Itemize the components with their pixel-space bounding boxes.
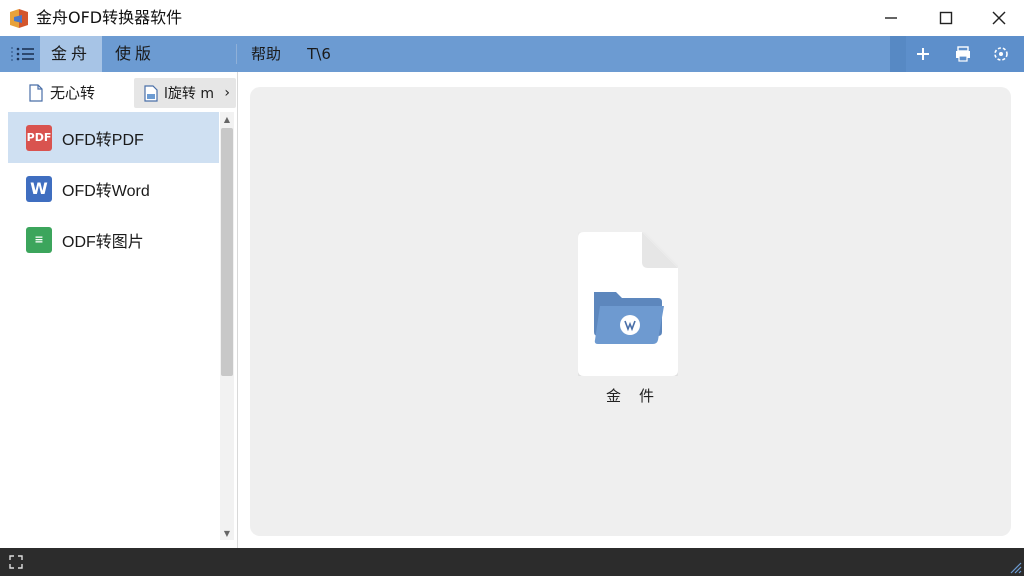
settings-button[interactable] (988, 42, 1014, 66)
menu-divider (236, 44, 237, 64)
function-label: ODF转图片 (62, 233, 144, 251)
function-item-ofd-to-image[interactable]: ≡ ODF转图片 (8, 214, 219, 265)
file-drop-area[interactable]: 金件 (250, 87, 1011, 536)
close-button[interactable] (974, 0, 1024, 36)
status-bar (0, 548, 1024, 576)
add-file-icon[interactable] (578, 232, 678, 376)
app-title: 金舟OFD转换器软件 (36, 8, 183, 27)
function-list: PDF OFD转PDF W OFD转Word ≡ ODF转图片 (8, 112, 219, 265)
image-icon: ≡ (26, 226, 52, 253)
breadcrumb-current-label: l旋转 m (164, 86, 214, 102)
pdf-icon: PDF (26, 124, 52, 151)
title-bar: 金舟OFD转换器软件 (0, 0, 1024, 36)
scroll-down-arrow-icon[interactable]: ▼ (220, 526, 234, 540)
settings-icon (994, 47, 1008, 61)
function-label: OFD转Word (62, 182, 150, 200)
drop-area-label: 金件 (605, 387, 672, 405)
file-icon (29, 84, 43, 102)
breadcrumb-current[interactable]: l旋转 m › (134, 78, 236, 108)
chevron-right-icon: › (224, 85, 230, 101)
maximize-icon (939, 11, 953, 25)
document-icon (144, 84, 158, 102)
word-icon: W (26, 175, 52, 202)
tab-home[interactable]: 金舟 (40, 36, 102, 72)
print-button[interactable] (950, 42, 976, 66)
printer-icon (956, 46, 970, 62)
tab-help[interactable]: 帮助 (246, 36, 286, 72)
menu-right-toolbar (906, 36, 1024, 72)
minimize-icon (885, 17, 897, 19)
scroll-thumb[interactable] (221, 128, 233, 376)
expand-icon[interactable] (8, 554, 24, 570)
function-panel: 无心转 l旋转 m › PDF OFD转PDF W OFD转Word ≡ ODF… (0, 72, 238, 548)
breadcrumb-root[interactable]: 无心转 (28, 82, 95, 104)
function-item-ofd-to-pdf[interactable]: PDF OFD转PDF (8, 112, 219, 163)
list-menu-icon[interactable] (8, 45, 38, 63)
add-button[interactable] (910, 42, 936, 66)
function-item-ofd-to-word[interactable]: W OFD转Word (8, 163, 219, 214)
app-logo-icon (10, 9, 28, 28)
tab-about[interactable]: T\6 (302, 36, 336, 72)
minimize-button[interactable] (866, 0, 916, 36)
maximize-button[interactable] (921, 0, 971, 36)
tab-version[interactable]: 使版 (106, 36, 164, 72)
menu-right-divider (890, 36, 906, 72)
plus-icon (917, 48, 929, 60)
scroll-up-arrow-icon[interactable]: ▲ (220, 112, 234, 126)
resize-grip-icon[interactable] (1008, 560, 1022, 574)
breadcrumb-root-label: 无心转 (50, 84, 96, 102)
close-icon (992, 11, 1006, 25)
vertical-scrollbar[interactable]: ▲ ▼ (220, 112, 234, 540)
menu-bar: 金舟 使版 帮助 T\6 (0, 36, 1024, 72)
function-label: OFD转PDF (62, 131, 144, 149)
